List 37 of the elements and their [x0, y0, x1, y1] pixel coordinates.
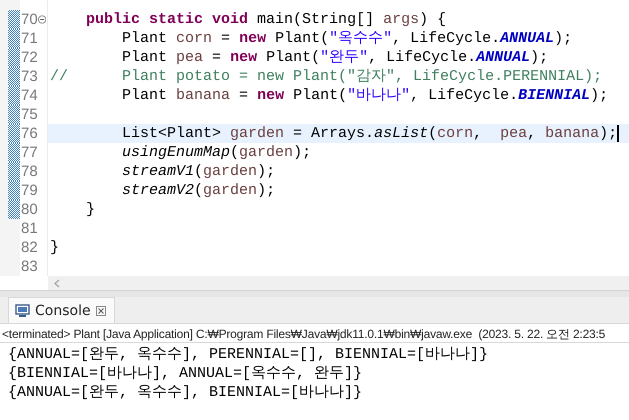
line-number: 73	[21, 67, 38, 86]
code-line: Plant corn = new Plant("옥수수", LifeCycle.ANNUAL);	[121, 29, 572, 48]
console-output-line: {BIENNIAL=[바나나], ANNUAL=[옥수수, 완두]}	[8, 364, 364, 383]
code-line: streamV1(garden);	[121, 162, 276, 181]
line-number: 83	[21, 257, 38, 276]
line-number: 80	[21, 200, 38, 219]
line-number: 77	[21, 143, 38, 162]
console-output-line: {ANNUAL=[완두, 옥수수], BIENNIAL=[바나나]}	[8, 383, 364, 402]
console-tab[interactable]: Console	[8, 297, 115, 323]
scroll-left-icon[interactable]	[54, 278, 60, 288]
line-number: 79	[21, 181, 38, 200]
line-number: 70	[21, 10, 38, 29]
code-line: }	[50, 238, 60, 257]
panel-sash[interactable]	[0, 290, 629, 297]
line-number: 71	[21, 29, 38, 48]
code-line: streamV2(garden);	[121, 181, 276, 200]
code-line: Plant banana = new Plant("바나나", LifeCycle.BIENNIAL);	[121, 86, 608, 105]
line-number: 75	[21, 105, 38, 124]
console-output-line: {ANNUAL=[완두, 옥수수], PERENNIAL=[], BIENNIAL=[바나나]}	[8, 345, 490, 364]
close-icon[interactable]	[96, 306, 106, 316]
line-number: 78	[21, 162, 38, 181]
line-number: 76	[21, 124, 38, 143]
line-number: 74	[21, 86, 38, 105]
code-line: // Plant potato = new Plant("감자", LifeCycle.PERENNIAL);	[50, 67, 602, 86]
code-line: Plant pea = new Plant("완두", LifeCycle.ANNUAL);	[121, 48, 548, 67]
line-number: 72	[21, 48, 38, 67]
process-status: <terminated> Plant [Java Application] C:₩Program Files₩Java₩jdk11.0.1₩bin₩javaw.exe (2023. 5. 22. 오전 2:23:5	[0, 324, 629, 343]
line-number: 82	[21, 238, 38, 257]
code-line: public static void main(String[] args) {	[85, 10, 446, 29]
horizontal-scrollbar[interactable]	[48, 276, 629, 290]
code-line: }	[85, 200, 96, 219]
code-line: List<Plant> garden = Arrays.asList(corn, pea, banana);	[121, 124, 618, 143]
monitor-icon	[15, 304, 30, 318]
line-number: 81	[21, 219, 38, 238]
text-caret	[617, 125, 620, 142]
collapse-icon[interactable]	[38, 15, 46, 24]
code-line: usingEnumMap(garden);	[121, 143, 312, 162]
